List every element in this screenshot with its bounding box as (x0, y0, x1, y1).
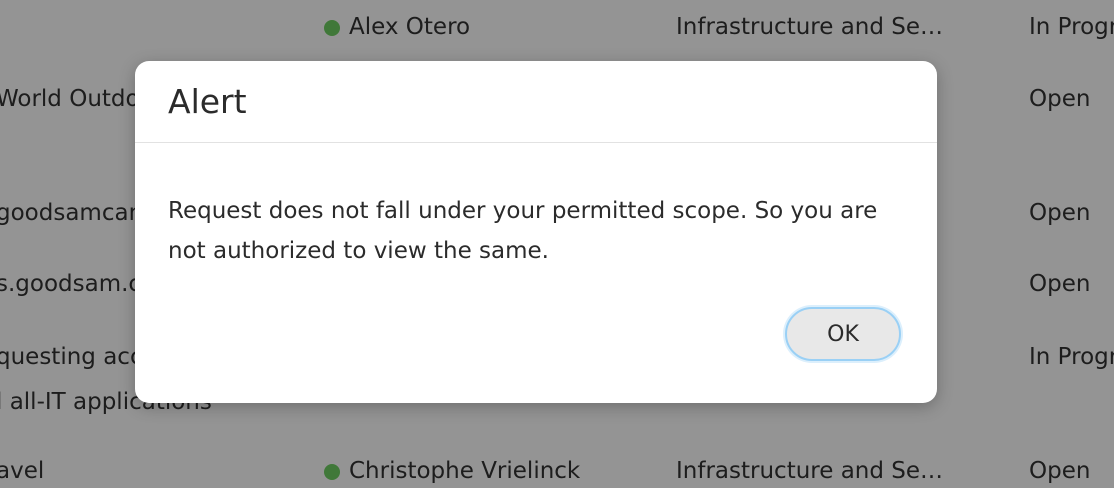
dialog-header: Alert (135, 61, 937, 143)
page: Alex Otero Infrastructure and Sec... In … (0, 0, 1114, 488)
dialog-message: Request does not fall under your permitt… (168, 198, 878, 264)
ok-button[interactable]: OK (785, 307, 901, 361)
alert-dialog: Alert Request does not fall under your p… (135, 61, 937, 403)
dialog-title: Alert (168, 82, 247, 121)
